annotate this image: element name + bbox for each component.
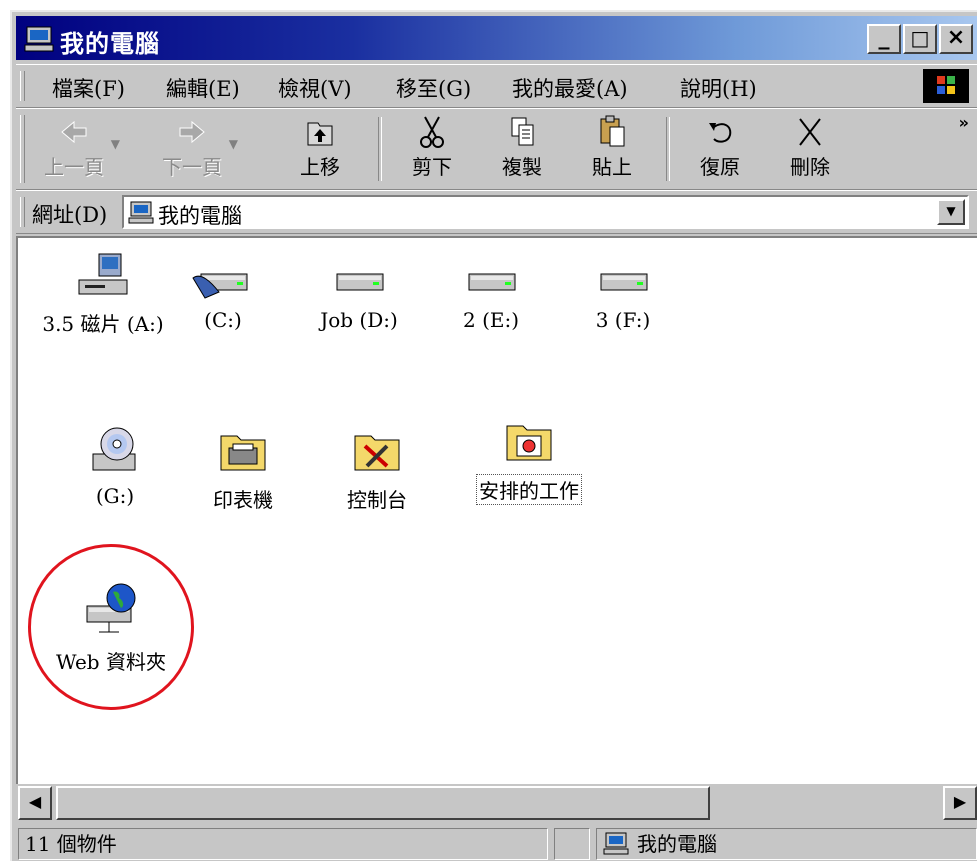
window-title: 我的電腦 xyxy=(60,29,160,58)
undo-label: 復原 xyxy=(700,155,740,179)
back-dropdown-icon[interactable]: ▼ xyxy=(111,137,120,151)
close-button[interactable]: × xyxy=(939,24,973,54)
floppy-drive-icon xyxy=(78,253,128,295)
address-input[interactable]: 我的電腦 ▼ xyxy=(122,195,969,229)
back-arrow-icon xyxy=(61,120,87,144)
item-label: 印表機 xyxy=(213,488,273,512)
toolbar-separator xyxy=(378,117,382,181)
maximize-button[interactable]: □ xyxy=(903,24,937,54)
undo-button[interactable]: 復原 xyxy=(680,111,760,187)
cut-button[interactable]: 剪下 xyxy=(392,111,472,187)
paste-label: 貼上 xyxy=(592,155,632,179)
copy-button[interactable]: 複製 xyxy=(482,111,562,187)
item-label: 3.5 磁片 (A:) xyxy=(42,312,164,336)
scroll-left-button[interactable]: ◀ xyxy=(18,786,52,820)
toolbar-grip[interactable] xyxy=(20,115,25,183)
undo-icon xyxy=(709,123,732,143)
scroll-right-button[interactable]: ▶ xyxy=(943,786,977,820)
paste-icon xyxy=(600,115,625,147)
copy-label: 複製 xyxy=(502,155,542,179)
printers-folder-icon xyxy=(220,435,266,471)
forward-button[interactable]: 下一頁 ▼ xyxy=(152,111,238,187)
menu-help[interactable]: 說明(H) xyxy=(680,73,757,103)
item-label: 安排的工作 xyxy=(476,474,582,505)
status-bar: 11 個物件 我的電腦 xyxy=(16,824,977,861)
drive-icon xyxy=(468,273,516,291)
status-empty-panel xyxy=(554,828,590,860)
cut-label: 剪下 xyxy=(412,155,452,179)
highlight-circle xyxy=(28,544,194,710)
up-label: 上移 xyxy=(300,155,340,179)
my-computer-icon xyxy=(128,201,154,224)
menu-file[interactable]: 檔案(F) xyxy=(52,73,125,103)
delete-button[interactable]: 刪除 xyxy=(770,111,850,187)
up-button[interactable]: 上移 xyxy=(280,111,360,187)
menu-view[interactable]: 檢視(V) xyxy=(278,73,352,103)
delete-label: 刪除 xyxy=(790,155,830,179)
address-label: 網址(D) xyxy=(32,203,108,227)
menu-grip[interactable] xyxy=(20,71,25,101)
address-dropdown-button[interactable]: ▼ xyxy=(937,199,965,225)
back-label: 上一頁 xyxy=(44,155,104,179)
my-computer-icon xyxy=(24,26,54,52)
control-panel-item[interactable]: 控制台 xyxy=(312,424,442,513)
forward-label: 下一頁 xyxy=(162,155,222,179)
windows-logo-icon xyxy=(923,69,969,103)
address-grip[interactable] xyxy=(20,197,25,227)
item-label: Job (D:) xyxy=(320,308,398,332)
drive-item-a[interactable]: 3.5 磁片 (A:) xyxy=(38,252,168,337)
minimize-button[interactable]: _ xyxy=(867,24,901,54)
cd-drive-icon xyxy=(92,427,136,471)
drive-item-c[interactable]: (C:) xyxy=(158,252,288,332)
item-label: 3 (F:) xyxy=(595,308,651,332)
drive-item-e[interactable]: 2 (E:) xyxy=(426,252,556,332)
item-label: (G:) xyxy=(95,484,135,508)
status-location: 我的電腦 xyxy=(637,832,717,856)
address-bar: 網址(D) 我的電腦 ▼ xyxy=(16,190,977,234)
drive-icon xyxy=(600,273,648,291)
drive-icon xyxy=(336,273,384,291)
item-label: (C:) xyxy=(204,308,242,332)
menu-go[interactable]: 移至(G) xyxy=(396,73,471,103)
scheduled-tasks-folder-icon xyxy=(506,425,552,461)
drive-item-d[interactable]: Job (D:) xyxy=(294,252,424,332)
toolbar-more-button[interactable]: » xyxy=(959,113,969,132)
status-object-count: 11 個物件 xyxy=(18,828,548,860)
standard-toolbar: 上一頁 ▼ 下一頁 ▼ 上移 剪下 複製 貼上 復原 刪除 » xyxy=(16,108,977,190)
item-label: 2 (E:) xyxy=(462,308,520,332)
menu-favorites[interactable]: 我的最愛(A) xyxy=(512,73,628,103)
forward-dropdown-icon[interactable]: ▼ xyxy=(229,137,238,151)
toolbar-separator xyxy=(666,117,670,181)
status-location-panel: 我的電腦 xyxy=(596,828,977,860)
scheduled-tasks-item[interactable]: 安排的工作 xyxy=(464,414,594,505)
paste-button[interactable]: 貼上 xyxy=(572,111,652,187)
file-view: 3.5 磁片 (A:) (C:) Job (D:) 2 (E:) 3 (F:) … xyxy=(16,236,977,784)
horizontal-scrollbar[interactable]: ◀ ▶ xyxy=(16,784,977,822)
menu-edit[interactable]: 編輯(E) xyxy=(166,73,240,103)
menu-bar: 檔案(F) 編輯(E) 檢視(V) 移至(G) 我的最愛(A) 說明(H) xyxy=(16,64,977,108)
scissors-icon xyxy=(420,116,444,148)
back-button[interactable]: 上一頁 ▼ xyxy=(34,111,120,187)
copy-icon xyxy=(511,117,534,146)
hard-disk-icon xyxy=(192,273,248,299)
drive-item-f[interactable]: 3 (F:) xyxy=(558,252,688,332)
address-value: 我的電腦 xyxy=(158,204,242,228)
forward-arrow-icon xyxy=(179,120,205,144)
drive-item-g[interactable]: (G:) xyxy=(50,424,180,508)
up-folder-icon xyxy=(307,122,333,146)
scroll-thumb[interactable] xyxy=(56,786,710,820)
my-computer-icon xyxy=(603,832,629,855)
title-bar[interactable]: 我的電腦 _ □ × xyxy=(16,16,977,60)
printers-item[interactable]: 印表機 xyxy=(178,424,308,513)
explorer-window: 我的電腦 _ □ × 檔案(F) 編輯(E) 檢視(V) 移至(G) 我的最愛(… xyxy=(10,10,977,861)
control-panel-folder-icon xyxy=(354,435,400,471)
delete-x-icon xyxy=(799,118,821,146)
item-label: 控制台 xyxy=(347,488,407,512)
